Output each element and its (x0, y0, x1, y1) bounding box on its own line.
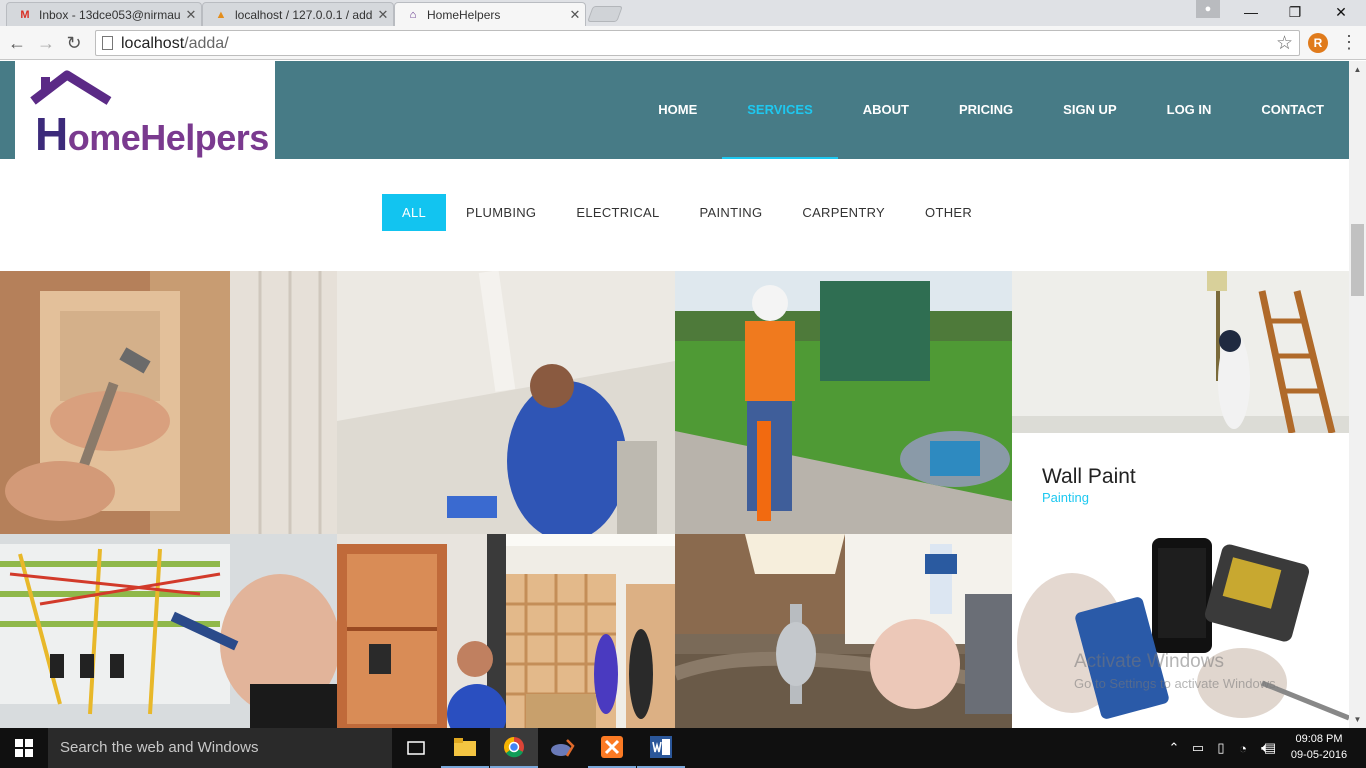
tab-homehelpers[interactable]: ⌂ HomeHelpers ✕ (394, 2, 586, 27)
homehelpers-icon: ⌂ (409, 9, 417, 21)
restore-button[interactable]: ❐ (1272, 0, 1318, 24)
filter-all[interactable]: ALL (382, 194, 447, 231)
filter-plumbing[interactable]: PLUMBING (446, 194, 556, 231)
carpentry-door-hammer-photo[interactable] (0, 271, 337, 534)
close-tab-icon[interactable]: ✕ (181, 7, 201, 23)
taskbar-search-input[interactable]: Search the web and Windows (48, 728, 392, 768)
electrician-ceiling-light-photo[interactable] (337, 271, 675, 534)
filter-carpentry[interactable]: CARPENTRY (782, 194, 905, 231)
reload-icon[interactable]: ↻ (63, 32, 85, 54)
nav-about[interactable]: ABOUT (838, 61, 934, 159)
page-scrollbar[interactable]: ▲ ▼ (1349, 61, 1366, 728)
phpmyadmin-icon: ▲ (215, 8, 227, 21)
forward-icon[interactable]: → (35, 32, 57, 54)
chrome-icon[interactable] (490, 728, 538, 768)
page-icon (102, 36, 113, 50)
tab-title: HomeHelpers (427, 8, 501, 22)
nav-sign-up[interactable]: SIGN UP (1038, 61, 1141, 159)
tab-title: Inbox - 13dce053@nirmau (39, 7, 181, 22)
close-tab-icon[interactable]: ✕ (373, 7, 393, 23)
cable-locator-worker-photo[interactable] (675, 271, 1012, 534)
service-filter-bar: ALL PLUMBING ELECTRICAL PAINTING CARPENT… (382, 194, 992, 231)
clock-time: 09:08 PM (1295, 733, 1343, 745)
scroll-down-arrow-icon[interactable]: ▼ (1349, 711, 1366, 728)
system-clock[interactable]: 09:08 PM 09-05-2016 (1286, 731, 1352, 763)
site-header: HomeHelpers HOME SERVICES ABOUT PRICING … (0, 61, 1349, 160)
browser-toolbar: ← → ↻ localhost/adda/ ☆ R ⋮ (0, 26, 1366, 60)
url-text[interactable]: localhost/adda/ (121, 35, 229, 53)
action-center-icon[interactable]: ▤ (1260, 728, 1280, 768)
word-icon[interactable] (637, 728, 685, 768)
wifi-icon[interactable]: ◔ (1232, 728, 1254, 768)
wall-painter-ladder-photo[interactable] (1012, 271, 1349, 433)
nav-services[interactable]: SERVICES (722, 61, 838, 159)
xampp-icon[interactable] (588, 728, 636, 768)
logo-text: HomeHelpers (35, 108, 269, 160)
clock-date: 09-05-2016 (1290, 749, 1348, 761)
nav-log-in[interactable]: LOG IN (1142, 61, 1237, 159)
nav-home[interactable]: HOME (633, 61, 722, 159)
filter-other[interactable]: OTHER (905, 194, 992, 231)
new-tab-button[interactable] (587, 6, 623, 22)
caption-title[interactable]: Wall Paint (1042, 465, 1136, 489)
cabinet-drill-photo[interactable] (337, 534, 506, 728)
show-hidden-icons-icon[interactable]: ⌃ (1164, 728, 1184, 768)
windows-logo-icon (15, 739, 33, 757)
scroll-up-arrow-icon[interactable]: ▲ (1349, 61, 1366, 78)
kitchen-faucet-repair-photo[interactable] (675, 534, 1012, 728)
address-bar[interactable]: localhost/adda/ ☆ (95, 30, 1300, 56)
tab-title: localhost / 127.0.0.1 / add (235, 7, 373, 22)
electrical-panel-screwdriver-photo[interactable] (0, 534, 337, 728)
watermark-subtitle: Go to Settings to activate Windows. (1074, 676, 1280, 691)
watermark-title: Activate Windows (1074, 651, 1224, 672)
back-icon[interactable]: ← (6, 32, 28, 54)
scrollbar-thumb[interactable] (1351, 224, 1364, 296)
file-explorer-icon[interactable] (441, 728, 489, 768)
shelf-installers-photo[interactable] (506, 534, 675, 728)
bookmark-star-icon[interactable]: ☆ (1276, 32, 1293, 55)
main-navigation: HOME SERVICES ABOUT PRICING SIGN UP LOG … (633, 61, 1349, 159)
page-viewport: HomeHelpers HOME SERVICES ABOUT PRICING … (0, 61, 1349, 728)
chrome-menu-icon[interactable]: ⋮ (1340, 32, 1358, 52)
caption-category[interactable]: Painting (1042, 490, 1089, 505)
browser-tab-strip: M Inbox - 13dce053@nirmau ✕ ▲ localhost … (0, 0, 1366, 27)
people-icon[interactable]: ▭ (1187, 728, 1209, 768)
start-button[interactable] (0, 728, 48, 768)
extension-icon[interactable]: R (1308, 33, 1328, 53)
filter-electrical[interactable]: ELECTRICAL (556, 194, 679, 231)
service-caption[interactable]: Wall Paint Painting (1012, 433, 1349, 533)
nav-pricing[interactable]: PRICING (934, 61, 1038, 159)
phone-repair-photo[interactable] (1012, 533, 1349, 728)
close-tab-icon[interactable]: ✕ (565, 7, 585, 23)
php-tool-icon[interactable] (539, 728, 587, 768)
gmail-icon: M (20, 8, 30, 21)
task-view-icon[interactable] (392, 728, 440, 768)
minimize-button[interactable]: — (1228, 0, 1274, 24)
filter-painting[interactable]: PAINTING (680, 194, 783, 231)
tab-gmail[interactable]: M Inbox - 13dce053@nirmau ✕ (6, 2, 202, 26)
nav-contact[interactable]: CONTACT (1236, 61, 1349, 159)
power-icon[interactable]: ▯ (1210, 728, 1232, 768)
windows-taskbar: Search the web and Windows ⌃ ▭ ▯ ◔ 🔈︎ ▤ … (0, 728, 1366, 768)
tab-phpmyadmin[interactable]: ▲ localhost / 127.0.0.1 / add ✕ (202, 2, 394, 26)
close-window-button[interactable]: ✕ (1318, 0, 1364, 24)
activate-windows-watermark: Activate Windows Go to Settings to activ… (1074, 651, 1279, 691)
site-logo[interactable]: HomeHelpers (15, 61, 275, 160)
user-profile-icon[interactable]: ● (1196, 0, 1220, 18)
